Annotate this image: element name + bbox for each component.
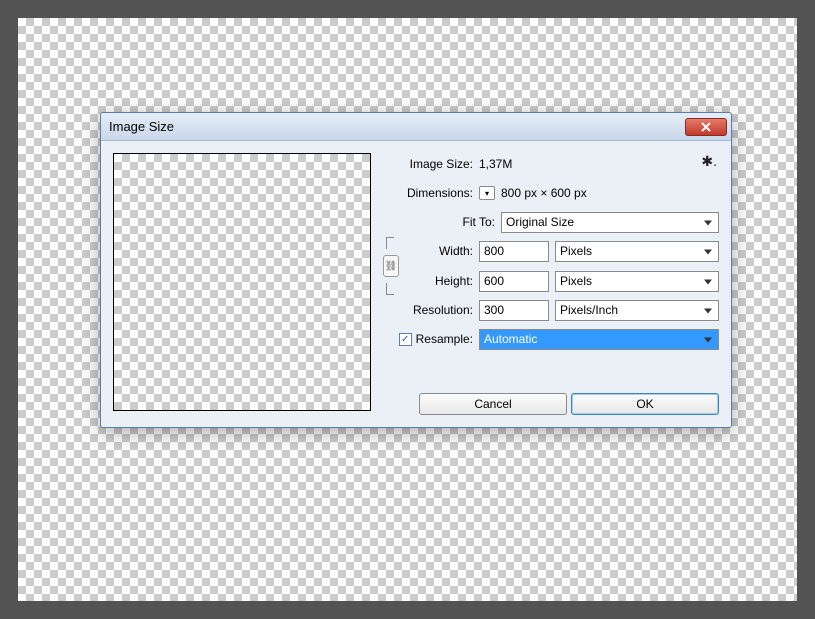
- ok-button-label: OK: [636, 397, 653, 411]
- fit-to-label: Fit To:: [383, 215, 495, 229]
- height-unit-select[interactable]: Pixels: [555, 271, 719, 292]
- dialog-title: Image Size: [109, 119, 685, 134]
- height-input[interactable]: [479, 271, 549, 292]
- resample-checkbox[interactable]: ✓: [399, 333, 412, 346]
- image-size-value: 1,37M: [479, 157, 512, 171]
- gear-icon: ✱.: [701, 153, 717, 169]
- ok-button[interactable]: OK: [571, 393, 719, 415]
- preview-thumbnail: [113, 153, 371, 411]
- width-input[interactable]: [479, 241, 549, 262]
- resolution-input[interactable]: [479, 300, 549, 321]
- resample-label: Resample:: [416, 332, 473, 346]
- dimensions-value: 800 px × 600 px: [501, 186, 587, 200]
- constrain-proportions-button[interactable]: ⛓: [383, 255, 399, 277]
- resolution-label: Resolution:: [383, 303, 473, 317]
- height-unit-value: Pixels: [560, 274, 592, 288]
- width-unit-select[interactable]: Pixels: [555, 241, 719, 262]
- image-size-label: Image Size:: [383, 157, 473, 171]
- height-label: Height:: [405, 274, 473, 288]
- width-unit-value: Pixels: [560, 244, 592, 258]
- fit-to-value: Original Size: [506, 215, 574, 229]
- resolution-unit-select[interactable]: Pixels/Inch: [555, 300, 719, 321]
- settings-gear-button[interactable]: ✱.: [701, 153, 717, 170]
- close-icon: [701, 122, 711, 132]
- checkmark-icon: ✓: [401, 334, 409, 345]
- resolution-unit-value: Pixels/Inch: [560, 303, 618, 317]
- resample-method-select[interactable]: Automatic: [479, 329, 719, 350]
- resample-method-value: Automatic: [484, 332, 537, 346]
- close-button[interactable]: [685, 118, 727, 136]
- cancel-button[interactable]: Cancel: [419, 393, 567, 415]
- fit-to-select[interactable]: Original Size: [501, 212, 719, 233]
- cancel-button-label: Cancel: [474, 397, 511, 411]
- width-label: Width:: [405, 244, 473, 258]
- chain-link-icon: ⛓: [385, 261, 398, 272]
- chevron-down-icon: ▾: [485, 189, 489, 198]
- dialog-titlebar[interactable]: Image Size: [101, 113, 731, 141]
- dimensions-label: Dimensions:: [383, 186, 473, 200]
- image-size-dialog: Image Size ✱. Image Size: 1,37M Dimensio…: [100, 112, 732, 428]
- dimensions-unit-dropdown[interactable]: ▾: [479, 186, 495, 200]
